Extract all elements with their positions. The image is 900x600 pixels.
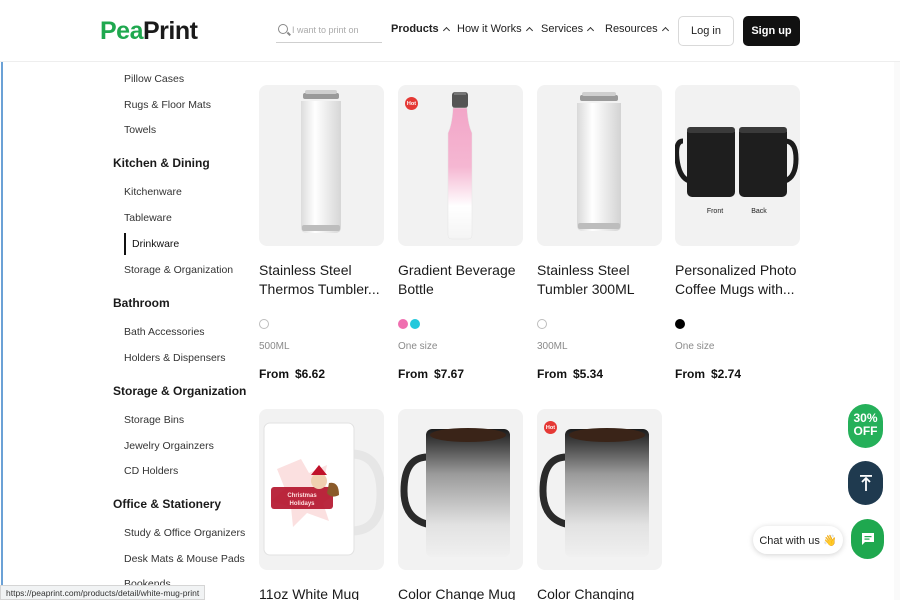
sidebar-item-tableware[interactable]: Tableware	[124, 212, 172, 224]
sidebar-item-desk-mats[interactable]: Desk Mats & Mouse Pads	[124, 553, 245, 565]
link-status-bar: https://peaprint.com/products/detail/whi…	[0, 585, 206, 600]
sidebar-item-drinkware[interactable]: Drinkware	[132, 238, 179, 250]
hot-badge: Hot	[405, 97, 418, 110]
price-prefix: From	[398, 367, 428, 381]
sidebar-category-bathroom[interactable]: Bathroom	[113, 296, 170, 310]
sidebar-item-kitchenware[interactable]: Kitchenware	[124, 186, 182, 198]
sidebar-item-bath-accessories[interactable]: Bath Accessories	[124, 326, 205, 338]
sidebar-item-pillow-cases[interactable]: Pillow Cases	[124, 73, 184, 85]
scroll-to-top-button[interactable]	[848, 461, 883, 505]
nav-services-label: Services	[541, 23, 584, 35]
svg-text:Holidays: Holidays	[289, 501, 315, 507]
product-image-steel-tumbler[interactable]	[537, 85, 662, 246]
search-box[interactable]	[276, 19, 382, 43]
sidebar-item-towels[interactable]: Towels	[124, 124, 156, 136]
nav-how-it-works[interactable]: How it Works	[457, 23, 533, 35]
promo-off: OFF	[853, 424, 878, 438]
discount-promo-button[interactable]: 30% OFF	[848, 404, 883, 448]
sidebar-category-office-stationery[interactable]: Office & Stationery	[113, 497, 221, 511]
product-name[interactable]: Color Change Mug	[398, 585, 524, 600]
color-swatches	[259, 319, 269, 329]
product-image-color-change-mug[interactable]	[398, 409, 523, 570]
nav-services[interactable]: Services	[541, 23, 595, 35]
product-size: 300ML	[537, 341, 568, 352]
chevron-up-icon	[661, 26, 669, 35]
price-value: $2.74	[711, 367, 742, 381]
product-price: From $2.74	[675, 367, 741, 381]
chevron-up-icon	[442, 26, 450, 35]
product-image-thermos-tumbler[interactable]	[259, 85, 384, 246]
color-swatch[interactable]	[675, 319, 685, 329]
svg-text:Christmas: Christmas	[287, 493, 317, 499]
product-price: From $6.62	[259, 367, 325, 381]
sidebar-item-jewelry-organizers[interactable]: Jewelry Orgainzers	[124, 440, 214, 452]
sidebar-item-storage-organization[interactable]: Storage & Organization	[124, 264, 233, 276]
product-size: One size	[675, 341, 715, 352]
color-swatch[interactable]	[410, 319, 420, 329]
product-name[interactable]: Stainless Steel Thermos Tumbler...	[259, 261, 385, 299]
nav-products[interactable]: Products	[391, 23, 450, 35]
sidebar-item-holders-dispensers[interactable]: Holders & Dispensers	[124, 352, 226, 364]
mug-back-label: Back	[751, 208, 767, 215]
price-value: $6.62	[295, 367, 326, 381]
product-name[interactable]: 11oz White Mug Print	[259, 585, 385, 600]
product-name[interactable]: Gradient Beverage Bottle	[398, 261, 524, 299]
price-value: $5.34	[573, 367, 604, 381]
sidebar-item-rugs-floor-mats[interactable]: Rugs & Floor Mats	[124, 99, 211, 111]
chat-button[interactable]	[851, 519, 884, 559]
color-swatch[interactable]	[259, 319, 269, 329]
product-image-color-change-cup[interactable]: Hot	[537, 409, 662, 570]
product-image-gradient-bottle[interactable]: Hot	[398, 85, 523, 246]
price-value: $7.67	[434, 367, 465, 381]
product-size: One size	[398, 341, 438, 352]
page-scrollbar[interactable]	[894, 62, 900, 600]
nav-resources[interactable]: Resources	[605, 23, 669, 35]
chevron-up-icon	[525, 26, 533, 35]
login-button[interactable]: Log in	[678, 16, 734, 46]
color-swatch[interactable]	[537, 319, 547, 329]
product-name[interactable]: Stainless Steel Tumbler 300ML	[537, 261, 663, 299]
product-price: From $7.67	[398, 367, 464, 381]
search-icon	[278, 24, 288, 34]
site-header: PeaPrint Products How it Works Services …	[0, 0, 900, 62]
sidebar-item-storage-bins[interactable]: Storage Bins	[124, 414, 184, 426]
color-swatches	[537, 319, 547, 329]
color-swatches	[675, 319, 685, 329]
color-swatch[interactable]	[398, 319, 408, 329]
product-name[interactable]: Color Changing Cup	[537, 585, 663, 600]
logo-text-pea: Pea	[100, 17, 143, 45]
hot-badge: Hot	[544, 421, 557, 434]
sidebar-item-cd-holders[interactable]: CD Holders	[124, 465, 178, 477]
product-name[interactable]: Personalized Photo Coffee Mugs with...	[675, 261, 801, 299]
sidebar-category-storage-organization[interactable]: Storage & Organization	[113, 384, 246, 398]
sidebar-item-study-office-organizers[interactable]: Study & Office Organizers	[124, 527, 245, 539]
chevron-up-icon	[587, 26, 595, 35]
active-indicator	[124, 233, 126, 255]
category-sidebar: Pillow Cases Rugs & Floor Mats Towels Ki…	[0, 62, 246, 600]
logo-text-print: Print	[142, 17, 198, 45]
product-image-white-mug[interactable]: Christmas Holidays	[259, 409, 384, 570]
arrow-up-icon	[859, 475, 872, 491]
chat-bubble-icon	[861, 533, 874, 545]
signup-button[interactable]: Sign up	[743, 16, 800, 46]
price-prefix: From	[259, 367, 289, 381]
nav-resources-label: Resources	[605, 23, 658, 35]
nav-products-label: Products	[391, 23, 439, 35]
price-prefix: From	[675, 367, 705, 381]
chat-with-us-label[interactable]: Chat with us 👋	[753, 526, 843, 554]
product-price: From $5.34	[537, 367, 603, 381]
peaprint-logo[interactable]: PeaPrint	[100, 17, 198, 46]
sidebar-category-kitchen-dining[interactable]: Kitchen & Dining	[113, 156, 210, 170]
color-swatches	[398, 319, 420, 329]
nav-how-it-works-label: How it Works	[457, 23, 522, 35]
mug-front-label: Front	[707, 208, 723, 215]
price-prefix: From	[537, 367, 567, 381]
product-size: 500ML	[259, 341, 290, 352]
product-image-black-mugs[interactable]: Front Back	[675, 85, 800, 246]
search-input[interactable]	[292, 21, 380, 39]
